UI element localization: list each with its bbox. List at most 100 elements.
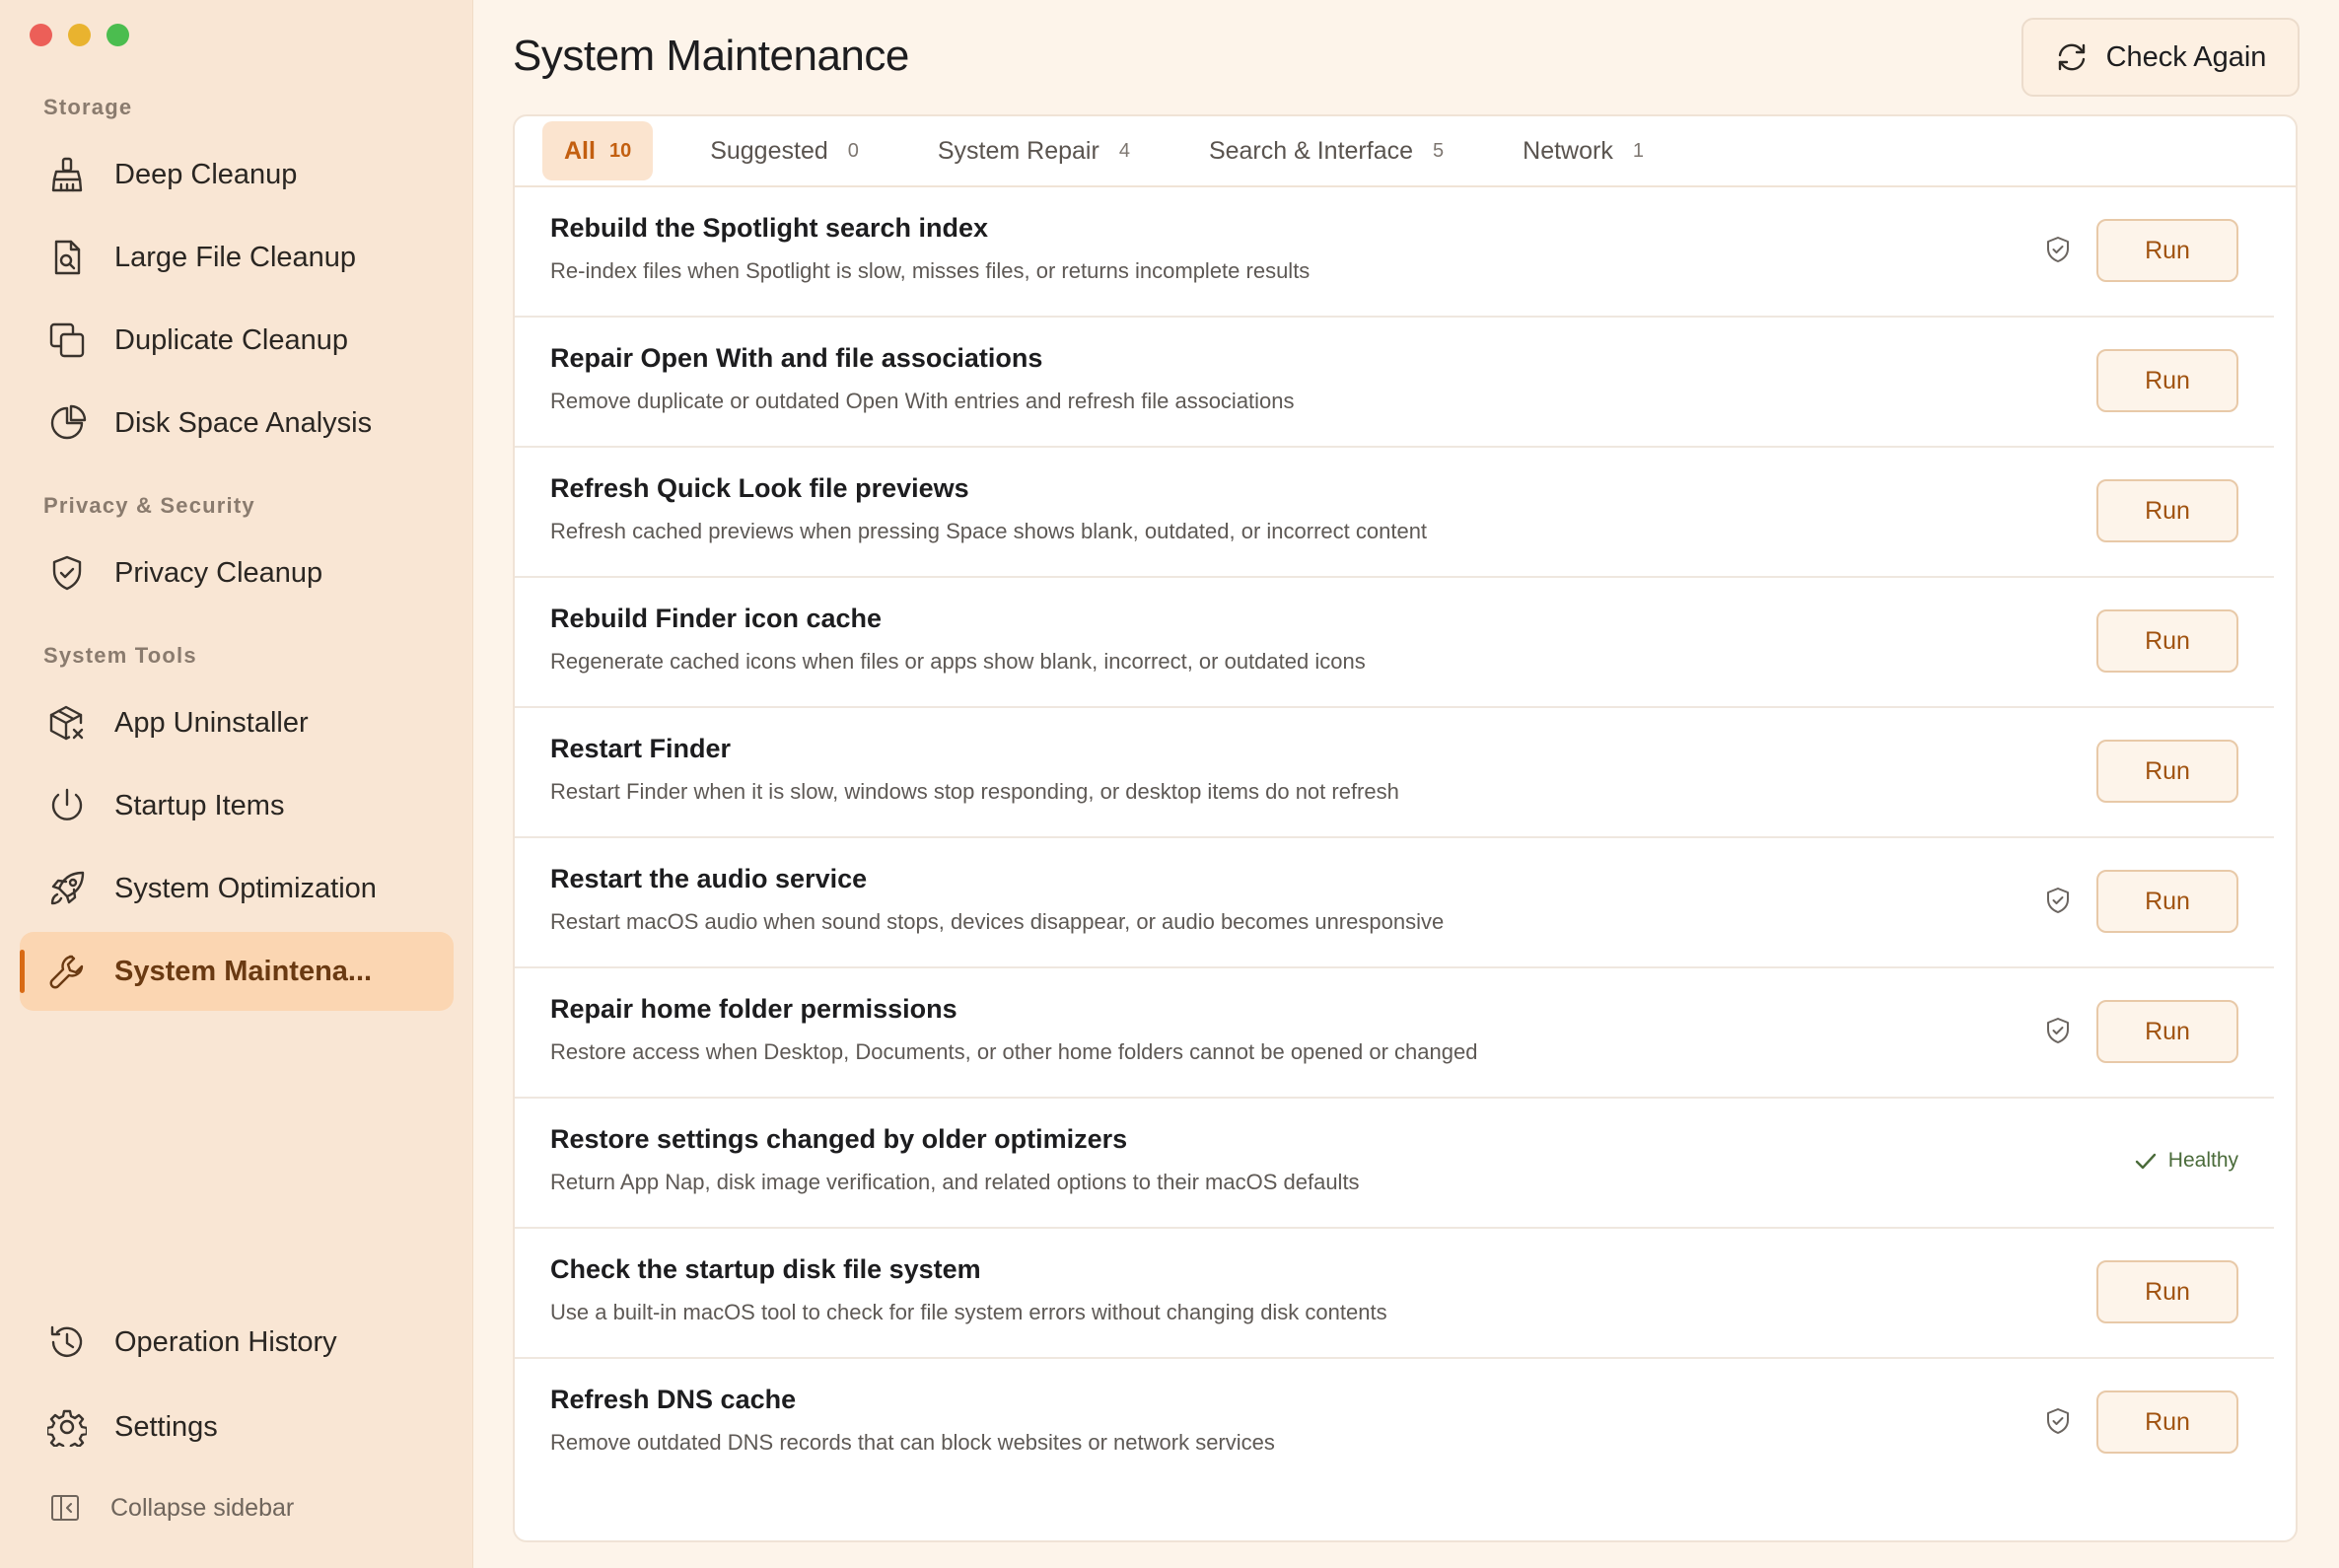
minimize-window-button[interactable] <box>68 24 91 46</box>
task-title: Restore settings changed by older optimi… <box>550 1124 1128 1154</box>
power-icon <box>47 786 87 825</box>
shield-check-icon <box>2043 886 2073 915</box>
rocket-icon <box>47 869 87 908</box>
tab-all[interactable]: All 10 <box>542 121 654 180</box>
run-button[interactable]: Run <box>2096 870 2238 933</box>
tab-count: 1 <box>1632 139 1644 162</box>
sidebar-item-large-file-cleanup[interactable]: Large File Cleanup <box>20 218 454 297</box>
task-row: Restart the audio service Restart macOS … <box>515 838 2274 968</box>
tab-label: Network <box>1523 136 1613 165</box>
task-description: Restart Finder when it is slow, windows … <box>550 779 1399 804</box>
window-controls <box>30 24 129 46</box>
sidebar-item-privacy-cleanup[interactable]: Privacy Cleanup <box>20 534 454 612</box>
task-list: Rebuild the Spotlight search index Re-in… <box>515 187 2296 1489</box>
sidebar-item-label: Startup Items <box>114 789 285 821</box>
check-again-button[interactable]: Check Again <box>2021 18 2300 97</box>
sidebar-item-startup-items[interactable]: Startup Items <box>20 766 454 845</box>
check-again-label: Check Again <box>2105 40 2267 73</box>
sidebar-item-label: Deep Cleanup <box>114 158 298 190</box>
run-button[interactable]: Run <box>2096 219 2238 282</box>
sidebar-item-label: Operation History <box>114 1325 337 1358</box>
run-button[interactable]: Run <box>2096 479 2238 542</box>
collapse-sidebar-label: Collapse sidebar <box>110 1493 295 1522</box>
task-title: Refresh Quick Look file previews <box>550 473 969 503</box>
task-title: Restart the audio service <box>550 864 868 893</box>
tab-search-interface[interactable]: Search & Interface 5 <box>1187 121 1465 180</box>
sidebar-item-deep-cleanup[interactable]: Deep Cleanup <box>20 135 454 214</box>
run-button[interactable]: Run <box>2096 1390 2238 1454</box>
task-title: Refresh DNS cache <box>550 1385 797 1414</box>
sidebar-item-label: System Maintena... <box>114 955 373 987</box>
task-row: Rebuild the Spotlight search index Re-in… <box>515 187 2274 318</box>
tab-count: 5 <box>1433 139 1445 162</box>
task-row: Restore settings changed by older optimi… <box>515 1099 2274 1229</box>
shield-check-icon <box>2043 1016 2073 1045</box>
healthy-status: Healthy <box>2133 1148 2238 1174</box>
collapse-sidebar-button[interactable]: Collapse sidebar <box>20 1481 454 1534</box>
sidebar-item-label: System Optimization <box>114 872 377 904</box>
shield-check-icon <box>2043 235 2073 264</box>
sidebar-item-duplicate-cleanup[interactable]: Duplicate Cleanup <box>20 301 454 380</box>
task-description: Return App Nap, disk image verification,… <box>550 1170 1360 1194</box>
copy-icon <box>47 321 87 360</box>
task-title: Repair home folder permissions <box>550 994 957 1024</box>
task-title: Rebuild the Spotlight search index <box>550 213 989 243</box>
close-window-button[interactable] <box>30 24 52 46</box>
task-description: Use a built-in macOS tool to check for f… <box>550 1300 1387 1324</box>
tab-system-repair[interactable]: System Repair 4 <box>916 121 1152 180</box>
task-description: Remove duplicate or outdated Open With e… <box>550 389 1295 413</box>
task-description: Regenerate cached icons when files or ap… <box>550 649 1366 674</box>
task-title: Restart Finder <box>550 734 732 763</box>
task-row: Refresh Quick Look file previews Refresh… <box>515 448 2274 578</box>
sidebar: Storage Deep Cleanup Large File Cleanup … <box>0 0 473 1568</box>
sidebar-collapse-icon <box>49 1492 81 1524</box>
history-icon <box>47 1322 87 1362</box>
maximize-window-button[interactable] <box>106 24 129 46</box>
sidebar-item-label: Privacy Cleanup <box>114 556 323 589</box>
pie-chart-icon <box>47 403 87 443</box>
checkmark-icon <box>2135 1153 2156 1170</box>
section-label-system-tools: System Tools <box>43 643 197 668</box>
task-row: Restart Finder Restart Finder when it is… <box>515 708 2274 838</box>
task-description: Restore access when Desktop, Documents, … <box>550 1039 1478 1064</box>
package-remove-icon <box>47 703 87 743</box>
task-title: Repair Open With and file associations <box>550 343 1043 373</box>
shield-check-icon <box>2043 1406 2073 1436</box>
wrench-icon <box>47 952 87 991</box>
run-button[interactable]: Run <box>2096 740 2238 803</box>
task-row: Repair Open With and file associations R… <box>515 318 2274 448</box>
tab-suggested[interactable]: Suggested 0 <box>688 121 881 180</box>
file-search-icon <box>47 238 87 277</box>
sidebar-item-system-optimization[interactable]: System Optimization <box>20 849 454 928</box>
task-title: Rebuild Finder icon cache <box>550 604 883 633</box>
tab-label: All <box>564 136 596 165</box>
healthy-label: Healthy <box>2167 1149 2238 1172</box>
sidebar-item-operation-history[interactable]: Operation History <box>20 1303 454 1382</box>
section-label-storage: Storage <box>43 95 133 119</box>
gear-icon <box>45 1407 89 1453</box>
run-button[interactable]: Run <box>2096 1000 2238 1063</box>
sidebar-item-label: Disk Space Analysis <box>114 406 373 439</box>
category-tabs: All 10 Suggested 0 System Repair 4 Searc… <box>515 116 2296 187</box>
sidebar-item-app-uninstaller[interactable]: App Uninstaller <box>20 683 454 762</box>
broom-icon <box>47 155 87 194</box>
page-title: System Maintenance <box>513 32 909 80</box>
tab-label: System Repair <box>937 136 1099 165</box>
shield-check-icon <box>47 553 87 593</box>
task-description: Remove outdated DNS records that can blo… <box>550 1430 1275 1455</box>
sidebar-item-label: Duplicate Cleanup <box>114 323 348 356</box>
task-row: Check the startup disk file system Use a… <box>515 1229 2274 1359</box>
sidebar-item-settings[interactable]: Settings <box>20 1388 454 1466</box>
tab-network[interactable]: Network 1 <box>1501 121 1666 180</box>
run-button[interactable]: Run <box>2096 349 2238 412</box>
sidebar-item-system-maintenance[interactable]: System Maintena... <box>20 932 454 1011</box>
tab-count: 10 <box>608 139 632 162</box>
task-row: Refresh DNS cache Remove outdated DNS re… <box>515 1359 2274 1489</box>
run-button[interactable]: Run <box>2096 1260 2238 1323</box>
task-description: Restart macOS audio when sound stops, de… <box>550 909 1445 934</box>
sidebar-item-disk-space-analysis[interactable]: Disk Space Analysis <box>20 384 454 463</box>
tab-count: 4 <box>1118 139 1130 162</box>
tab-label: Search & Interface <box>1208 136 1414 165</box>
app-window: Storage Deep Cleanup Large File Cleanup … <box>0 0 2339 1568</box>
run-button[interactable]: Run <box>2096 609 2238 673</box>
